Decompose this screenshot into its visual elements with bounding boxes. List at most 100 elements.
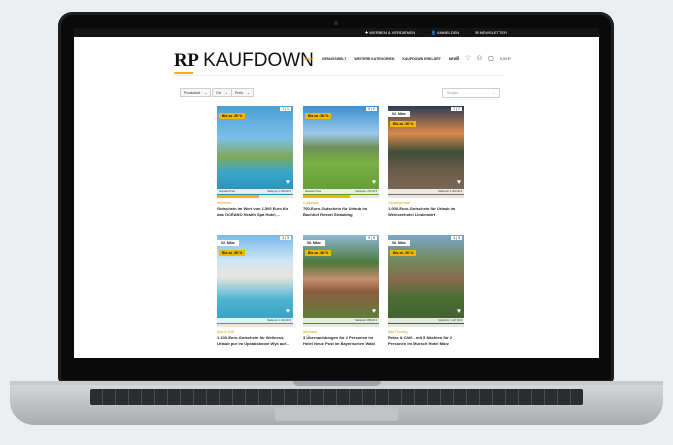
werben-link[interactable]: ✚ WERBEN & VERDIENEN [365,30,415,35]
product-category: Genießerhotel [388,201,411,205]
product-category: Golfurlaub [303,201,320,205]
logo-rp: RP [174,50,199,71]
product-title[interactable]: 3 Übernachtungen für 2 Personen im Hotel… [303,335,379,346]
start-price: Startpreis: 1.500,00 € [267,190,291,193]
price-row: Aktueller Preis Startpreis: 700,00 € [303,189,379,194]
header-icons: ⌕ ♡ ⚇ ▢ 0,00 €* [456,55,511,62]
start-price: Startpreis: 858,00 € [355,319,377,322]
trackpad [275,407,398,421]
price-progress-bar [303,324,379,327]
product-category: Spa & Golf [217,330,234,334]
nav-weitere-kategorien[interactable]: WEITERE KATEGORIEN [354,57,394,61]
logo-underline [174,72,193,74]
newsletter-link[interactable]: ✉ NEWSLETTER [475,30,507,35]
filter-preis-label: Preis [235,90,243,95]
stock-counter: 3 | 3 [451,236,462,240]
product-image[interactable]: 7 | 7 02. März Bis zu -50 % ♥ Startpreis… [388,106,464,198]
product-title[interactable]: Gutschein im Wert von 1.500 Euro für das… [217,206,293,217]
product-card[interactable]: 7 | 7 02. März Bis zu -50 % ♥ Startpreis… [388,106,464,217]
product-image[interactable]: 3 | 3 06. März Bis zu -50 % ♥ Startpreis… [388,235,464,327]
product-title[interactable]: 700-Euro-Gutschein für Urlaub im Bachhof… [303,206,379,217]
price-row: Startpreis: 1.100,00 € [217,318,293,323]
product-category: Wellness [217,201,232,205]
heart-icon[interactable]: ♥ [457,308,461,315]
auction-date: 06. März [303,240,325,246]
chevron-down-icon: ⌄ [224,90,228,95]
sort-placeholder: Sorgen [447,91,459,95]
price-progress-fill [217,195,259,198]
start-price: Startpreis: 700,00 € [355,190,377,193]
price-progress-fill [303,195,351,198]
nav-shop[interactable]: SHOP [304,57,314,61]
current-price-label: Aktueller Preis [219,190,236,193]
login-link[interactable]: 👤 ANMELDEN [431,30,459,35]
start-price: Startpreis: 1.117,00 € [438,319,462,322]
product-title[interactable]: 1.000-Euro-Gutschein für Urlaub im Weins… [388,206,464,217]
price-row: Aktueller Preis Startpreis: 1.500,00 € [217,189,293,194]
keyboard [90,389,583,405]
stock-counter: 1 | 1 [280,107,291,111]
camera-icon [334,21,338,25]
start-price: Startpreis: 1.000,00 € [438,190,462,193]
filter-produktart[interactable]: Produktart ⌄ [180,88,212,97]
price-progress-bar [388,195,464,198]
filter-ort-label: Ort [216,90,221,95]
price-row: Startpreis: 858,00 € [303,318,379,323]
product-title[interactable]: Relax & Chill - mit 5 Nächten für 2 Pers… [388,335,464,346]
stock-counter: 9 | 9 [366,236,377,240]
discount-badge: Bis zu -50 % [219,113,246,119]
logo-name: KAUFDOWN [203,50,314,71]
product-category: Bad Füssing [388,330,408,334]
product-card[interactable]: 3 | 3 02. März Bis zu -50 % ♥ Startpreis… [217,235,293,346]
filter-preis[interactable]: Preis ⌄ [231,88,254,97]
heart-icon[interactable]: ♥ [457,179,461,186]
heart-icon[interactable]: ♡ [465,55,470,62]
search-icon[interactable]: ⌕ [456,55,459,62]
start-price: Startpreis: 1.100,00 € [267,319,291,322]
price-row: Startpreis: 1.000,00 € [388,189,464,194]
chevron-down-icon: ⌄ [246,90,250,95]
cart-icon[interactable]: ▢ [488,55,494,62]
laptop-base [10,381,663,425]
top-utility-bar: ✚ WERBEN & VERDIENEN 👤 ANMELDEN ✉ NEWSLE… [74,28,599,37]
product-image[interactable]: 1 | 1 Bis zu -50 % ♥ Aktueller Preis Sta… [217,106,293,198]
heart-icon[interactable]: ♥ [372,179,376,186]
chevron-down-icon: ⌄ [492,91,495,95]
nav-genusswelt[interactable]: GENUSSWELT [322,57,346,61]
product-card[interactable]: 1 | 1 Bis zu -50 % ♥ Aktueller Preis Sta… [217,106,293,217]
product-title[interactable]: 1.100-Euro-Gutschein für Wellness-Urlaub… [217,335,293,346]
chevron-down-icon: ⌄ [204,90,208,95]
product-image[interactable]: 0 | 0 Bis zu -50 % ♥ Aktueller Preis Sta… [303,106,379,198]
discount-badge: Bis zu -50 % [390,250,417,256]
site-logo[interactable]: RP KAUFDOWN [174,50,314,72]
nav-kaufdown-erklaert[interactable]: KAUFDOWN ERKLÄRT [402,57,441,61]
filter-ort[interactable]: Ort ⌄ [212,88,232,97]
heart-icon[interactable]: ♥ [372,308,376,315]
auction-date: 06. März [388,240,410,246]
user-icon[interactable]: ⚇ [477,55,482,62]
heart-icon[interactable]: ♥ [286,308,290,315]
product-category: Wellness [303,330,318,334]
product-image[interactable]: 9 | 9 06. März Bis zu -50 % ♥ Startpreis… [303,235,379,327]
base-notch [293,381,381,386]
stock-counter: 0 | 0 [366,107,377,111]
filter-produktart-label: Produktart [184,90,201,95]
sort-select[interactable]: Sorgen ⌄ [442,88,500,98]
product-image[interactable]: 3 | 3 02. März Bis zu -50 % ♥ Startpreis… [217,235,293,327]
heart-icon[interactable]: ♥ [286,179,290,186]
current-price-label: Aktueller Preis [305,190,322,193]
cart-total[interactable]: 0,00 €* [500,57,511,61]
browser-viewport: ✚ WERBEN & VERDIENEN 👤 ANMELDEN ✉ NEWSLE… [74,28,599,358]
product-card[interactable]: 0 | 0 Bis zu -50 % ♥ Aktueller Preis Sta… [303,106,379,217]
price-progress-bar [217,324,293,327]
discount-badge: Bis zu -50 % [390,121,417,127]
price-progress-bar [388,324,464,327]
discount-badge: Bis zu -50 % [219,250,246,256]
price-progress-bar [217,195,293,198]
price-row: Startpreis: 1.117,00 € [388,318,464,323]
product-card[interactable]: 3 | 3 06. März Bis zu -50 % ♥ Startpreis… [388,235,464,346]
stock-counter: 3 | 3 [280,236,291,240]
product-card[interactable]: 9 | 9 06. März Bis zu -50 % ♥ Startpreis… [303,235,379,346]
discount-badge: Bis zu -50 % [305,113,332,119]
stock-counter: 7 | 7 [451,107,462,111]
